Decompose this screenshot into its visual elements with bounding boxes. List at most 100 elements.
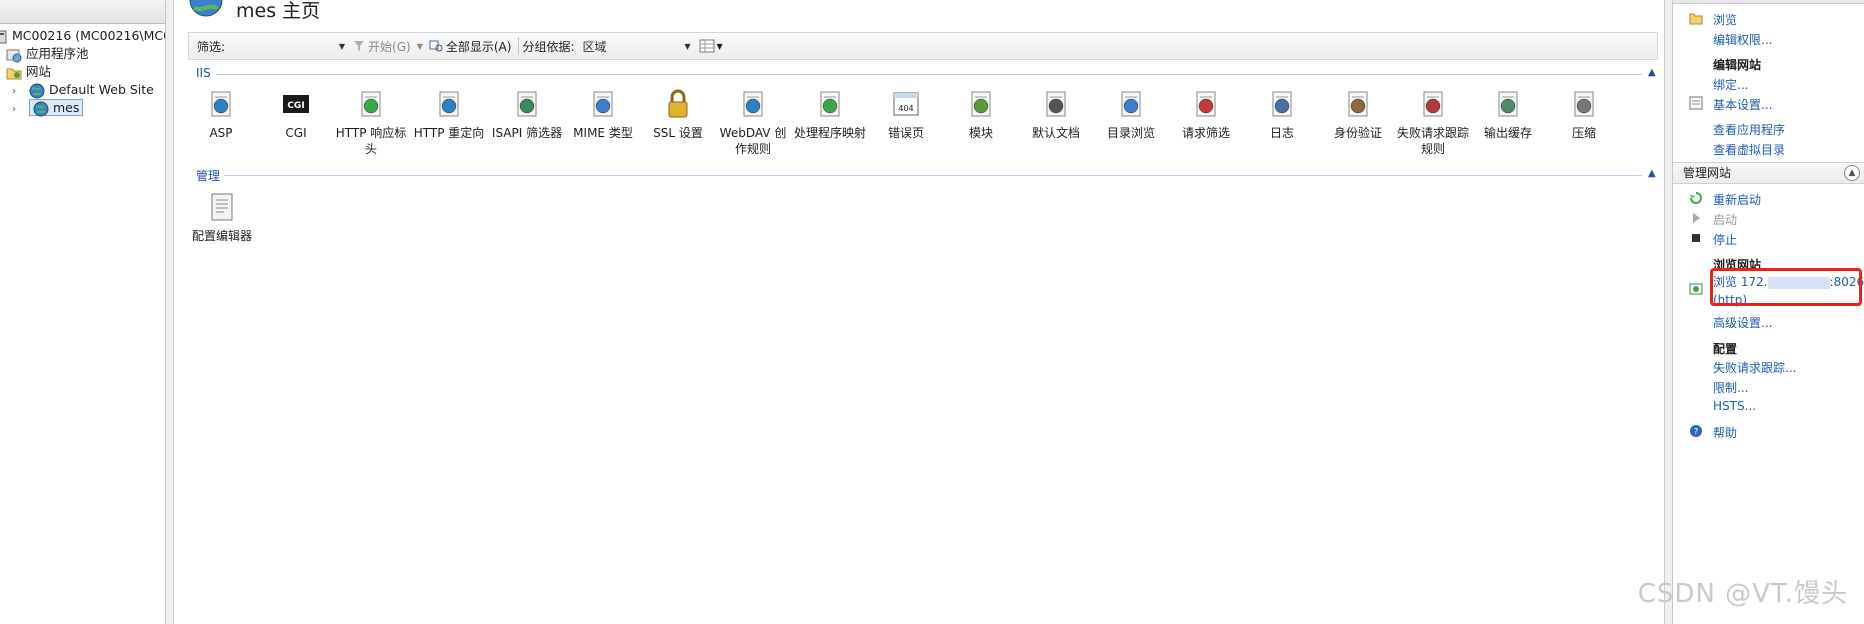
show-all-button[interactable]: 全部显示(A) bbox=[425, 36, 516, 56]
feature-asp[interactable]: ASP bbox=[184, 88, 258, 141]
left-splitter[interactable] bbox=[166, 0, 174, 624]
action-view-virtual-dirs[interactable]: 查看虚拟目录 bbox=[1713, 141, 1785, 158]
group-divider bbox=[224, 175, 1642, 176]
feature-request-filtering[interactable]: 请求筛选 bbox=[1169, 88, 1243, 141]
configure-heading: 配置 bbox=[1713, 342, 1738, 356]
feature-directory-browsing[interactable]: 目录浏览 bbox=[1094, 88, 1168, 141]
feature-webdav[interactable]: WebDAV 创作规则 bbox=[716, 88, 790, 157]
feature-http-headers[interactable]: HTTP 响应标头 bbox=[334, 88, 408, 157]
collapse-up-icon[interactable]: ▲ bbox=[1844, 165, 1860, 181]
error-pages-icon: 404 bbox=[893, 92, 919, 116]
svg-text:CGI: CGI bbox=[287, 101, 304, 111]
http-redirect-icon bbox=[439, 91, 459, 117]
manage-site-header[interactable]: 管理网站 ▲ bbox=[1673, 162, 1864, 184]
start-icon bbox=[1693, 213, 1700, 223]
group-header-iis[interactable]: IIS bbox=[196, 66, 211, 80]
feature-mime-types[interactable]: MIME 类型 bbox=[566, 88, 640, 141]
tree-item-app-pools[interactable]: 应用程序池 bbox=[6, 44, 89, 64]
go-button[interactable]: 开始(G) bbox=[349, 36, 415, 56]
watermark: CSDN @VT.馒头 bbox=[1637, 579, 1848, 609]
group-header-manage[interactable]: 管理 bbox=[196, 167, 220, 184]
action-restart[interactable]: 重新启动 bbox=[1713, 191, 1761, 208]
filter-toolbar: 筛选: ▼ 开始(G) ▼ 全部显示(A) 分组依据: 区域 ▼ ▼ bbox=[188, 32, 1658, 60]
feature-label: 输出缓存 bbox=[1483, 126, 1532, 140]
action-hsts[interactable]: HSTS... bbox=[1713, 399, 1756, 413]
svg-text:?: ? bbox=[1694, 428, 1699, 438]
group-by-select[interactable]: 区域 ▼ bbox=[579, 36, 695, 56]
tree-item-server[interactable]: MC00216 (MC00216\MC00 bbox=[0, 26, 166, 46]
output-caching-icon bbox=[1498, 91, 1518, 117]
action-explore[interactable]: 浏览 bbox=[1713, 11, 1737, 28]
highlight-annotation bbox=[1710, 268, 1862, 306]
directory-browsing-icon bbox=[1121, 91, 1141, 117]
feature-authentication[interactable]: 身份验证 bbox=[1321, 88, 1395, 141]
tree-item-mes-label: mes bbox=[52, 100, 80, 115]
action-advanced-settings[interactable]: 高级设置... bbox=[1713, 314, 1772, 331]
action-failed-request-tracing[interactable]: 失败请求跟踪... bbox=[1713, 359, 1796, 376]
feature-http-redirect[interactable]: HTTP 重定向 bbox=[412, 88, 486, 141]
server-icon bbox=[0, 30, 7, 43]
isapi-filters-icon bbox=[517, 91, 537, 117]
go-dropdown[interactable]: ▼ bbox=[415, 36, 425, 56]
feature-handler-mappings[interactable]: 处理程序映射 bbox=[793, 88, 867, 141]
feature-isapi-filters[interactable]: ISAPI 筛选器 bbox=[490, 88, 564, 141]
tree-pane-header bbox=[0, 0, 165, 24]
asp-icon bbox=[211, 91, 231, 117]
feature-label: 请求筛选 bbox=[1181, 126, 1230, 140]
cgi-icon: CGI bbox=[283, 95, 309, 113]
view-mode-button[interactable]: ▼ bbox=[695, 36, 727, 56]
globe-icon bbox=[29, 83, 45, 98]
feature-output-caching[interactable]: 输出缓存 bbox=[1471, 88, 1545, 141]
dropdown-arrow-icon: ▼ bbox=[716, 41, 723, 51]
feature-failed-request-tracing[interactable]: 失败请求跟踪规则 bbox=[1396, 88, 1470, 157]
manage-site-header-label: 管理网站 bbox=[1683, 166, 1732, 180]
mime-types-icon bbox=[593, 91, 613, 117]
tree-selection[interactable]: mes bbox=[28, 99, 84, 116]
feature-logging[interactable]: 日志 bbox=[1245, 88, 1319, 141]
filter-input[interactable]: ▼ bbox=[229, 36, 349, 56]
compression-icon bbox=[1574, 91, 1594, 117]
action-start[interactable]: 启动 bbox=[1713, 211, 1737, 228]
action-help[interactable]: 帮助 bbox=[1713, 424, 1737, 441]
page-header: mes 主页 bbox=[174, 0, 1664, 28]
dropdown-arrow-icon: ▼ bbox=[338, 41, 346, 51]
feature-label: 默认文档 bbox=[1031, 126, 1080, 140]
group-by-value: 区域 bbox=[582, 39, 607, 54]
action-view-applications[interactable]: 查看应用程序 bbox=[1713, 121, 1785, 138]
tree-item-server-label: MC00216 (MC00216\MC00 bbox=[12, 28, 166, 43]
collapse-iis-icon[interactable]: ▲ bbox=[1648, 67, 1656, 78]
feature-label: HTTP 响应标头 bbox=[335, 126, 407, 156]
feature-default-document[interactable]: 默认文档 bbox=[1019, 88, 1093, 141]
browse-icon bbox=[1689, 283, 1703, 295]
tree-item-default-web-site[interactable]: › Default Web Site bbox=[12, 80, 154, 100]
action-bindings[interactable]: 绑定... bbox=[1713, 76, 1748, 93]
right-splitter[interactable] bbox=[1665, 0, 1673, 624]
action-edit-permissions[interactable]: 编辑权限... bbox=[1713, 31, 1772, 48]
tree-item-mes[interactable]: › mes bbox=[12, 98, 84, 120]
explore-folder-icon bbox=[1689, 13, 1703, 25]
feature-label: ASP bbox=[209, 126, 233, 140]
feature-configuration-editor[interactable]: 配置编辑器 bbox=[185, 191, 259, 244]
app-pool-icon bbox=[6, 49, 22, 62]
svg-text:404: 404 bbox=[898, 104, 913, 113]
tree-item-sites[interactable]: 网站 bbox=[6, 62, 51, 82]
webdav-icon bbox=[743, 91, 763, 117]
chevron-right-icon[interactable]: › bbox=[12, 100, 22, 120]
action-limits[interactable]: 限制... bbox=[1713, 379, 1748, 396]
action-basic-settings[interactable]: 基本设置... bbox=[1713, 96, 1772, 113]
filter-label: 筛选: bbox=[197, 39, 226, 54]
toolbar-separator bbox=[518, 37, 520, 55]
settings-icon bbox=[1689, 96, 1703, 110]
feature-cgi[interactable]: CGI CGI bbox=[259, 88, 333, 141]
feature-compression[interactable]: 压缩 bbox=[1547, 88, 1621, 141]
feature-error-pages[interactable]: 404 错误页 bbox=[869, 88, 943, 141]
authentication-icon bbox=[1348, 91, 1368, 117]
features-view: mes 主页 筛选: ▼ 开始(G) ▼ 全部显示(A) 分组依据: 区域 ▼ ▼… bbox=[174, 0, 1665, 624]
action-stop[interactable]: 停止 bbox=[1713, 231, 1737, 248]
collapse-manage-icon[interactable]: ▲ bbox=[1648, 168, 1656, 179]
failed-request-tracing-icon bbox=[1423, 91, 1443, 117]
feature-ssl-lock[interactable]: SSL 设置 bbox=[641, 88, 715, 141]
tree-item-default-web-site-label: Default Web Site bbox=[48, 82, 154, 97]
feature-label: 配置编辑器 bbox=[191, 229, 252, 243]
feature-modules[interactable]: 模块 bbox=[944, 88, 1018, 141]
